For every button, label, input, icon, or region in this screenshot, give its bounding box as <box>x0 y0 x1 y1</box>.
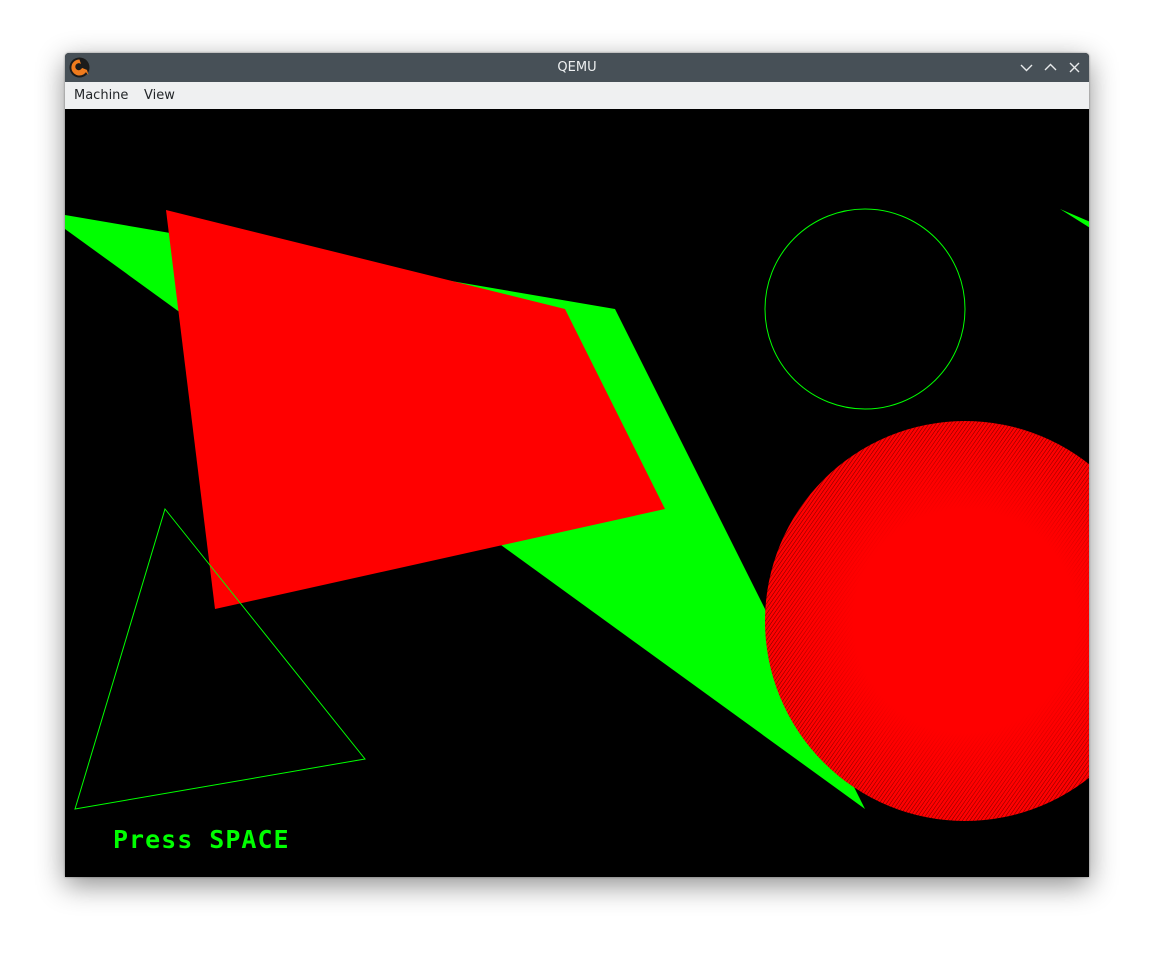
qemu-window: QEMU Machine View Press SPACE <box>65 53 1089 877</box>
press-space-prompt: Press SPACE <box>113 825 290 854</box>
menu-machine[interactable]: Machine <box>65 82 137 109</box>
close-icon[interactable] <box>1066 59 1083 76</box>
menu-view[interactable]: View <box>135 82 184 109</box>
title-bar[interactable]: QEMU <box>65 53 1089 82</box>
window-title: QEMU <box>557 60 597 75</box>
menu-bar: Machine View <box>65 82 1089 110</box>
maximize-icon[interactable] <box>1042 59 1059 76</box>
vm-display[interactable]: Press SPACE <box>65 109 1089 877</box>
minimize-icon[interactable] <box>1018 59 1035 76</box>
